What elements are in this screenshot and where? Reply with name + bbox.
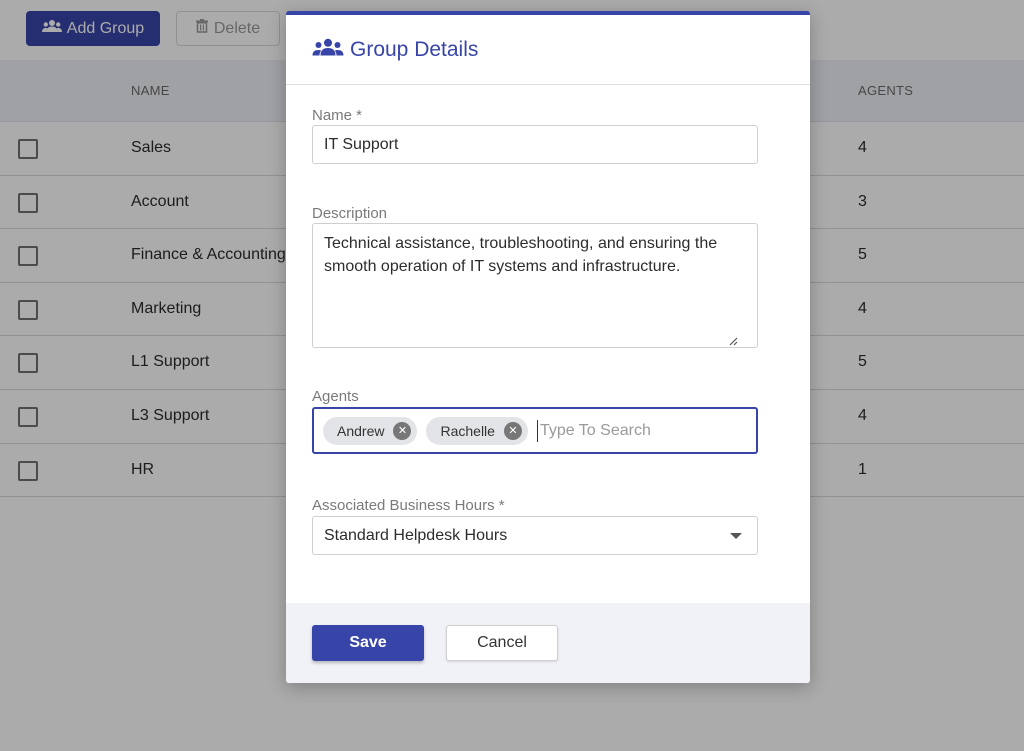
users-icon — [312, 38, 344, 62]
agent-chip-label: Rachelle — [440, 422, 495, 439]
agent-chip: Andrew ✕ — [323, 416, 418, 445]
business-hours-label: Associated Business Hours * — [312, 497, 505, 514]
dialog-title: Group Details — [312, 38, 478, 62]
group-details-dialog: Group Details Name * Description Technic… — [286, 11, 810, 683]
agents-label: Agents — [312, 388, 359, 405]
description-textarea[interactable]: Technical assistance, troubleshooting, a… — [312, 223, 758, 348]
resize-handle-icon[interactable] — [728, 333, 738, 346]
name-input[interactable] — [312, 125, 758, 164]
agent-chip-label: Andrew — [337, 422, 385, 439]
agents-multiselect[interactable]: Andrew ✕ Rachelle ✕ — [312, 407, 758, 454]
close-circle-icon[interactable]: ✕ — [393, 421, 412, 440]
agents-search-input[interactable] — [536, 419, 742, 442]
agent-chip: Rachelle ✕ — [426, 416, 528, 445]
dialog-header: Group Details — [286, 15, 810, 85]
business-hours-select[interactable]: Standard Helpdesk Hours — [312, 516, 758, 555]
business-hours-value: Standard Helpdesk Hours — [324, 526, 508, 544]
close-circle-icon[interactable]: ✕ — [503, 421, 522, 440]
cancel-button[interactable]: Cancel — [446, 625, 558, 661]
dialog-footer: Save Cancel — [286, 603, 810, 683]
caret-down-icon — [730, 533, 742, 539]
description-label: Description — [312, 205, 388, 222]
dialog-title-text: Group Details — [350, 38, 479, 61]
save-button[interactable]: Save — [312, 625, 424, 661]
name-label: Name * — [312, 107, 363, 124]
